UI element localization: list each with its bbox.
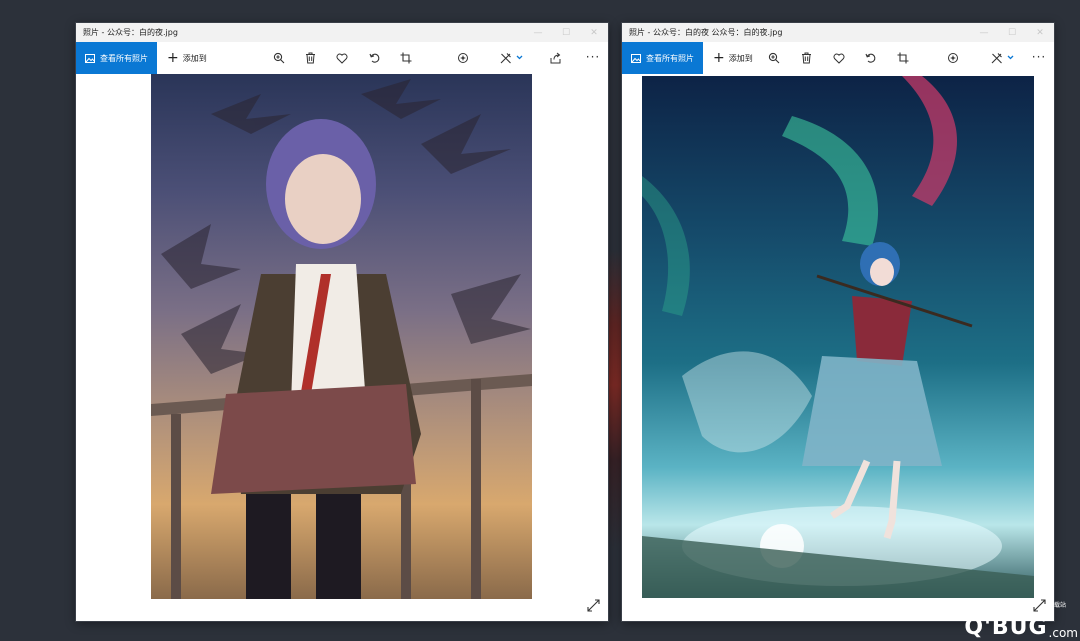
window-title: 照片 - 公众号：白的夜 公众号：白的夜.jpg (629, 28, 783, 37)
site-watermark: 下载站 Q'BUG .com (964, 602, 1078, 640)
watermark-suffix: .com (1048, 626, 1078, 640)
fullscreen-expand-icon[interactable] (1032, 598, 1046, 612)
more-icon[interactable]: ··· (1031, 49, 1047, 65)
toolbar: 查看所有照片 + 添加到 ··· (76, 42, 608, 75)
share-icon[interactable] (548, 50, 564, 66)
add-to-button[interactable]: + 添加到 (167, 51, 207, 65)
zoom-in-icon[interactable] (766, 50, 782, 66)
edit-icon[interactable] (990, 50, 1016, 66)
minimize-button[interactable]: — (970, 23, 998, 42)
enhance-icon[interactable] (455, 50, 471, 66)
crop-icon[interactable] (398, 50, 414, 66)
window-controls: — ☐ ✕ (524, 23, 608, 42)
title-bar[interactable]: 照片 - 公众号：白的夜.jpg — ☐ ✕ (76, 23, 608, 42)
photo-viewer (76, 74, 608, 621)
heart-icon[interactable] (831, 50, 847, 66)
delete-icon[interactable] (798, 50, 814, 66)
enhance-icon[interactable] (945, 50, 961, 66)
add-to-label: 添加到 (728, 53, 753, 63)
photo-illustration (151, 79, 532, 599)
photos-window-2: 照片 - 公众号：白的夜 公众号：白的夜.jpg — ☐ ✕ 查看所有照片 + … (622, 23, 1054, 621)
watermark-logo-text: Q'BUG (964, 615, 1048, 640)
photo-image[interactable] (151, 74, 532, 599)
zoom-in-icon[interactable] (271, 50, 287, 66)
more-icon[interactable]: ··· (585, 49, 601, 65)
photo-icon (85, 53, 95, 63)
see-all-photos-button[interactable]: 查看所有照片 (622, 42, 703, 74)
see-all-label: 查看所有照片 (646, 53, 694, 63)
minimize-button[interactable]: — (524, 23, 552, 42)
crop-icon[interactable] (895, 50, 911, 66)
photo-image[interactable] (642, 76, 1034, 598)
window-title: 照片 - 公众号：白的夜.jpg (83, 28, 178, 37)
edit-icon[interactable] (499, 50, 525, 66)
maximize-button[interactable]: ☐ (998, 23, 1026, 42)
close-button[interactable]: ✕ (1026, 23, 1054, 42)
add-to-button[interactable]: + 添加到 (713, 51, 753, 65)
rotate-icon[interactable] (863, 50, 879, 66)
see-all-label: 查看所有照片 (100, 53, 148, 63)
close-button[interactable]: ✕ (580, 23, 608, 42)
photo-illustration (642, 76, 1034, 598)
rotate-icon[interactable] (367, 50, 383, 66)
toolbar: 查看所有照片 + 添加到 ··· (622, 42, 1054, 75)
title-bar[interactable]: 照片 - 公众号：白的夜 公众号：白的夜.jpg — ☐ ✕ (622, 23, 1054, 42)
plus-icon: + (167, 50, 179, 66)
fullscreen-expand-icon[interactable] (586, 598, 600, 612)
heart-icon[interactable] (334, 50, 350, 66)
add-to-label: 添加到 (182, 53, 207, 63)
watermark-small-text: 下载站 (1047, 602, 1066, 609)
photo-icon (631, 53, 641, 63)
photos-window-1: 照片 - 公众号：白的夜.jpg — ☐ ✕ 查看所有照片 + 添加到 ··· (76, 23, 608, 621)
window-controls: — ☐ ✕ (970, 23, 1054, 42)
photo-viewer (622, 74, 1054, 621)
delete-icon[interactable] (302, 50, 318, 66)
maximize-button[interactable]: ☐ (552, 23, 580, 42)
plus-icon: + (713, 50, 725, 66)
see-all-photos-button[interactable]: 查看所有照片 (76, 42, 157, 74)
